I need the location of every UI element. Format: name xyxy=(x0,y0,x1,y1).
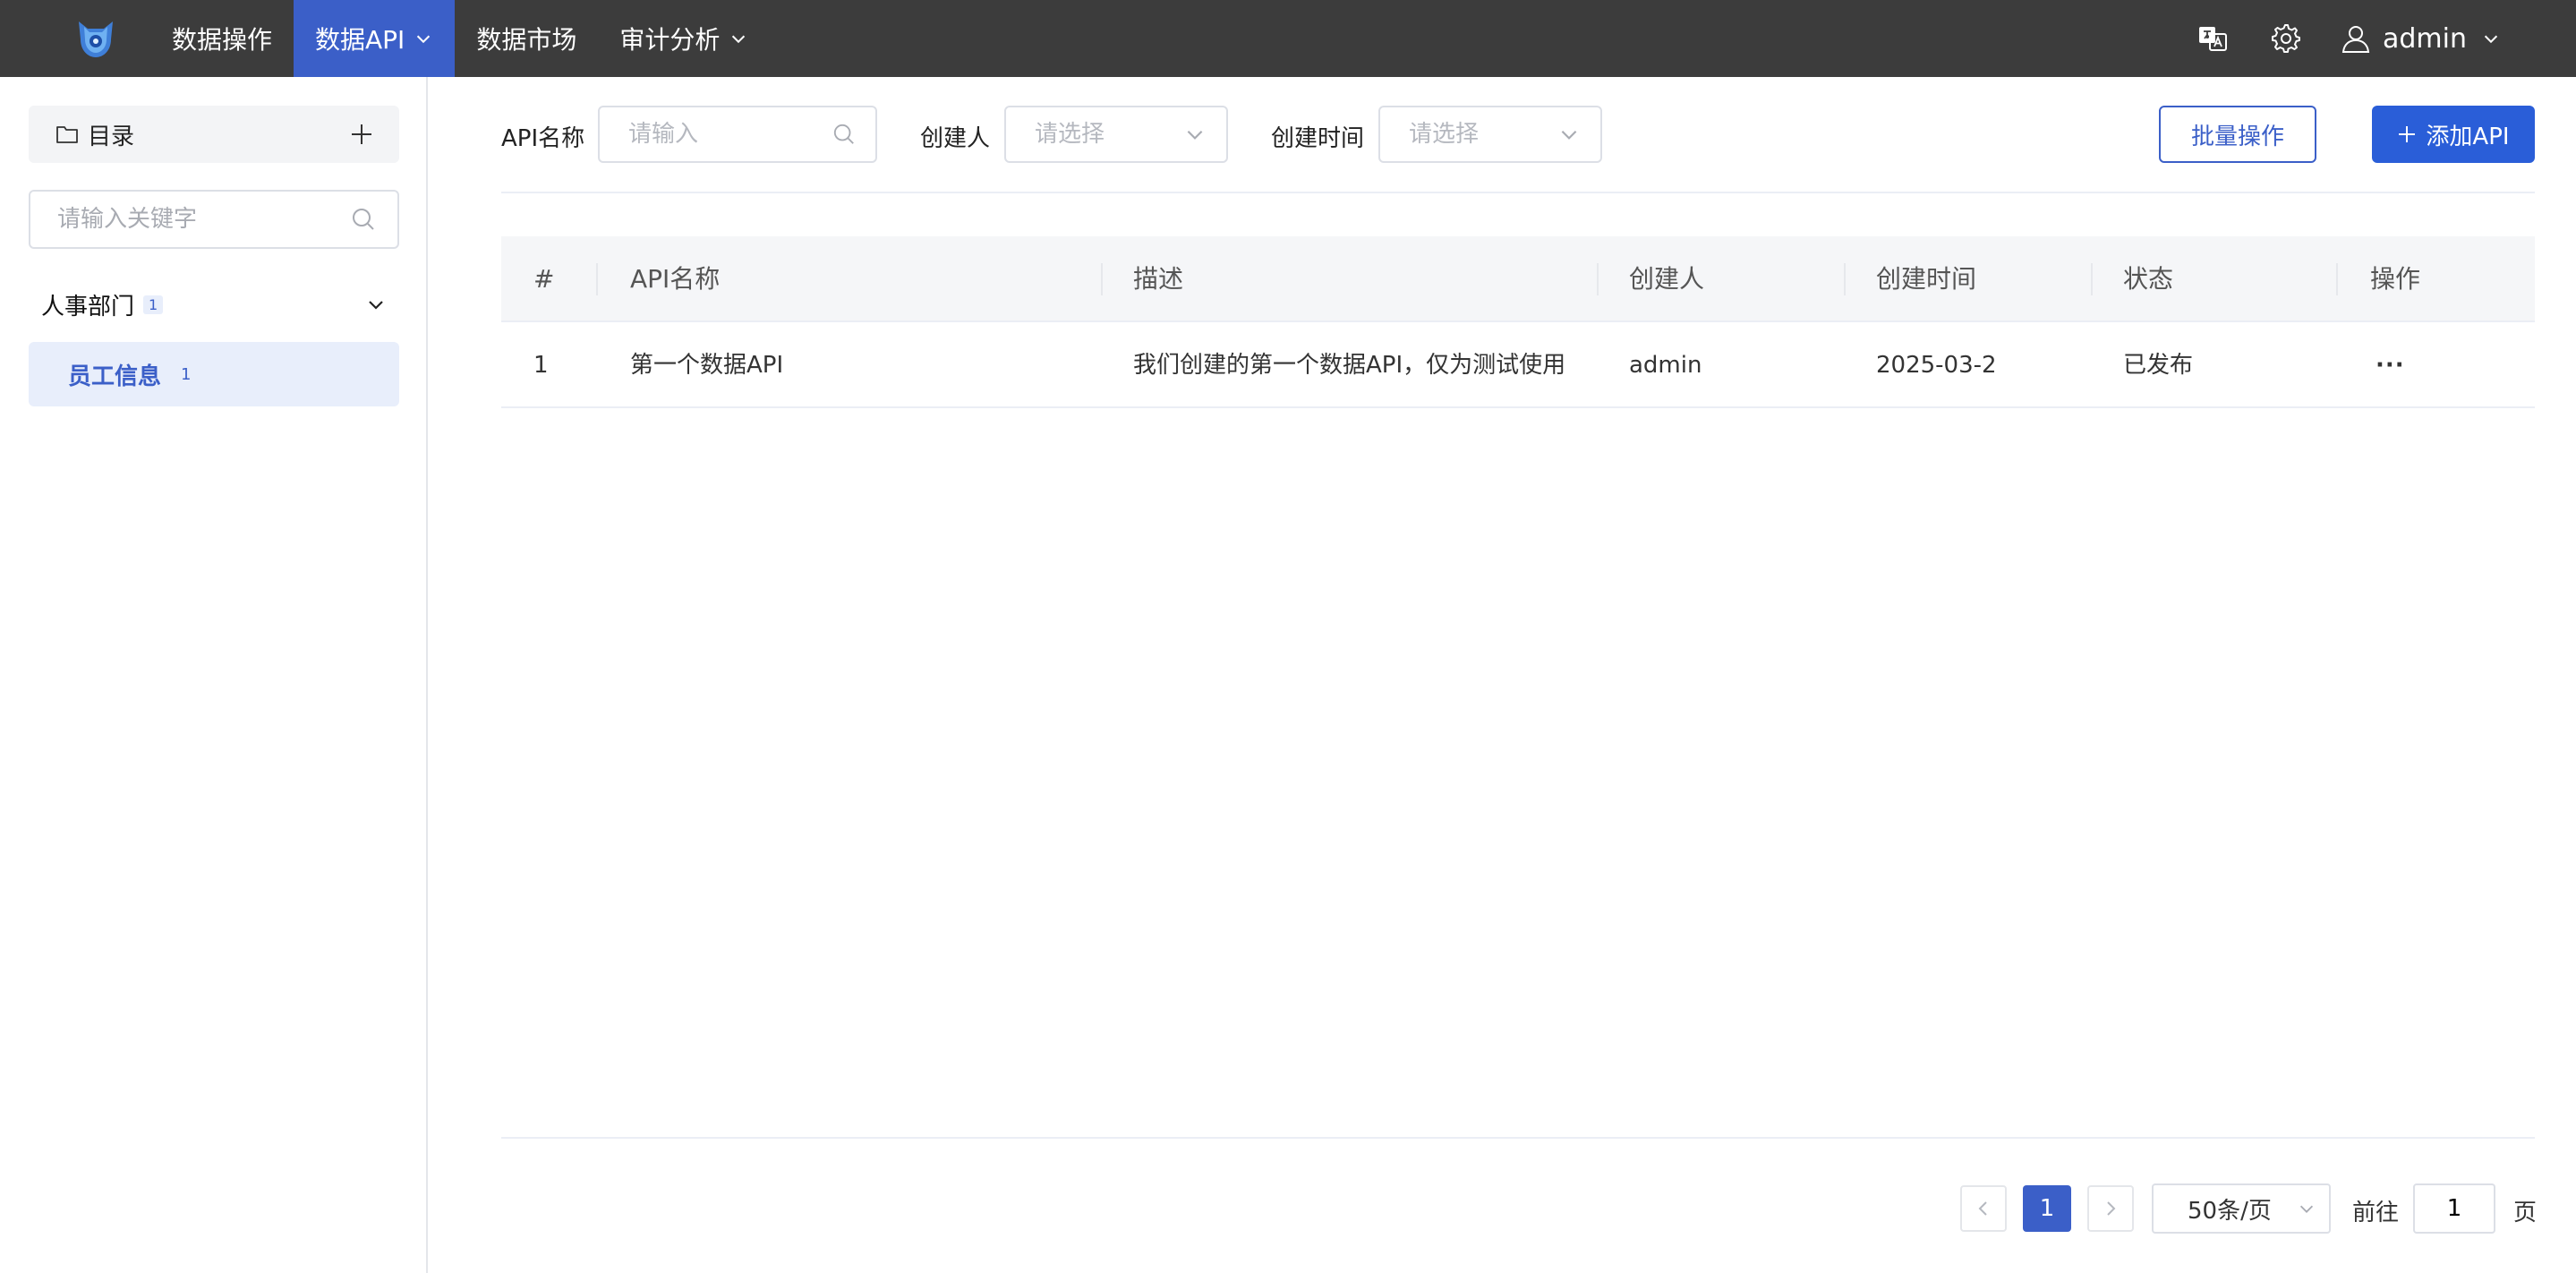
column-separator xyxy=(2336,263,2338,295)
next-page-button[interactable] xyxy=(2087,1185,2134,1232)
catalog-header: 目录 xyxy=(29,106,399,163)
filter-label-api-name: API名称 xyxy=(501,125,585,152)
catalog-title: 目录 xyxy=(88,123,135,150)
cell-created-time: 2025-03-2 xyxy=(1876,352,1997,379)
batch-operation-label: 批量操作 xyxy=(2190,123,2284,150)
chevron-down-icon xyxy=(1187,130,1203,140)
column-header-description: 描述 xyxy=(1133,264,1184,294)
page-size-select[interactable]: 50条/页 xyxy=(2152,1183,2331,1234)
chevron-down-icon xyxy=(417,35,431,44)
cell-creator: admin xyxy=(1629,352,1702,379)
chevron-down-icon xyxy=(2484,35,2498,44)
tree-item-employee-info[interactable]: 员工信息 1 xyxy=(29,342,399,406)
goto-page-input[interactable] xyxy=(2418,1195,2490,1222)
table-header: # API名称 描述 创建人 创建时间 状态 操作 xyxy=(501,236,2535,322)
cell-status: 已发布 xyxy=(2123,352,2194,379)
tree-group-hr[interactable]: 人事部门 1 xyxy=(29,283,399,326)
folder-icon xyxy=(56,126,78,143)
batch-operation-button[interactable]: 批量操作 xyxy=(2159,106,2316,163)
top-navbar: 数据操作 数据API 数据市场 审计分析 admin xyxy=(0,0,2576,77)
tree-item-label: 员工信息 xyxy=(68,363,162,390)
filter-label-creator: 创建人 xyxy=(920,125,991,152)
table-row[interactable]: 1 第一个数据API 我们创建的第一个数据API，仅为测试使用 admin 20… xyxy=(501,322,2535,408)
chevron-right-icon xyxy=(2107,1201,2116,1216)
chevron-down-icon xyxy=(2299,1205,2314,1213)
add-catalog-icon[interactable] xyxy=(349,122,374,147)
nav-item-label: 数据API xyxy=(315,25,405,55)
search-icon[interactable] xyxy=(351,207,376,232)
cell-index: 1 xyxy=(533,352,549,379)
catalog-search xyxy=(29,190,399,249)
created-time-select[interactable] xyxy=(1378,106,1602,163)
page-size-value: 50条/页 xyxy=(2188,1197,2272,1225)
nav-item-audit-analysis[interactable]: 审计分析 xyxy=(598,0,770,77)
chevron-down-icon xyxy=(732,35,746,44)
chevron-left-icon xyxy=(1978,1201,1987,1216)
cell-api-name: 第一个数据API xyxy=(630,352,784,379)
sidebar: 目录 人事部门 1 员工信息 1 xyxy=(0,77,428,1273)
logo-icon[interactable] xyxy=(73,16,118,61)
column-separator xyxy=(1597,263,1599,295)
main-nav: 数据操作 数据API 数据市场 审计分析 xyxy=(150,0,770,77)
chevron-down-icon xyxy=(1561,130,1577,140)
user-menu[interactable]: admin xyxy=(2340,22,2501,55)
nav-item-data-market[interactable]: 数据市场 xyxy=(455,0,598,77)
column-header-actions: 操作 xyxy=(2370,264,2421,294)
more-actions-icon[interactable]: ··· xyxy=(2376,322,2405,408)
search-icon[interactable] xyxy=(832,123,856,146)
cell-description: 我们创建的第一个数据API，仅为测试使用 xyxy=(1133,352,1566,379)
nav-item-label: 数据市场 xyxy=(476,25,577,55)
column-header-index: # xyxy=(533,264,555,294)
catalog-search-input[interactable] xyxy=(57,206,351,233)
filter-divider xyxy=(501,192,2535,193)
column-header-creator: 创建人 xyxy=(1629,264,1705,294)
add-api-button[interactable]: 添加API xyxy=(2372,106,2535,163)
creator-select-input[interactable] xyxy=(1035,121,1183,148)
filter-label-created-time: 创建时间 xyxy=(1271,125,1365,152)
api-name-filter xyxy=(598,106,877,163)
column-separator xyxy=(596,263,598,295)
created-time-select-input[interactable] xyxy=(1409,121,1557,148)
api-name-input[interactable] xyxy=(628,121,832,148)
nav-item-data-api[interactable]: 数据API xyxy=(294,0,456,77)
tree-group-count: 1 xyxy=(143,295,164,314)
nav-item-label: 数据操作 xyxy=(172,25,273,55)
column-separator xyxy=(2091,263,2093,295)
creator-select[interactable] xyxy=(1004,106,1228,163)
prev-page-button[interactable] xyxy=(1960,1185,2007,1232)
page-unit-label: 页 xyxy=(2513,1200,2538,1226)
user-name: admin xyxy=(2383,22,2467,55)
column-header-status: 状态 xyxy=(2123,264,2174,294)
table-bottom-divider xyxy=(501,1137,2535,1139)
column-header-api-name: API名称 xyxy=(630,264,721,294)
column-separator xyxy=(1101,263,1103,295)
goto-label: 前往 xyxy=(2352,1200,2400,1226)
nav-item-label: 审计分析 xyxy=(619,25,721,55)
tree-item-count: 1 xyxy=(181,364,192,384)
top-right-tools: admin xyxy=(2155,0,2501,77)
add-api-label: 添加API xyxy=(2426,123,2510,150)
plus-icon xyxy=(2399,126,2416,142)
nav-item-data-operation[interactable]: 数据操作 xyxy=(150,0,294,77)
column-header-created-time: 创建时间 xyxy=(1876,264,1977,294)
user-icon xyxy=(2341,26,2370,53)
translate-icon[interactable] xyxy=(2196,22,2229,55)
chevron-down-icon[interactable] xyxy=(365,294,387,315)
goto-page-field xyxy=(2413,1183,2495,1234)
column-separator xyxy=(1844,263,1846,295)
tree-group-label: 人事部门 xyxy=(41,293,135,320)
page-number-current[interactable]: 1 xyxy=(2023,1185,2071,1232)
settings-icon[interactable] xyxy=(2270,22,2302,55)
